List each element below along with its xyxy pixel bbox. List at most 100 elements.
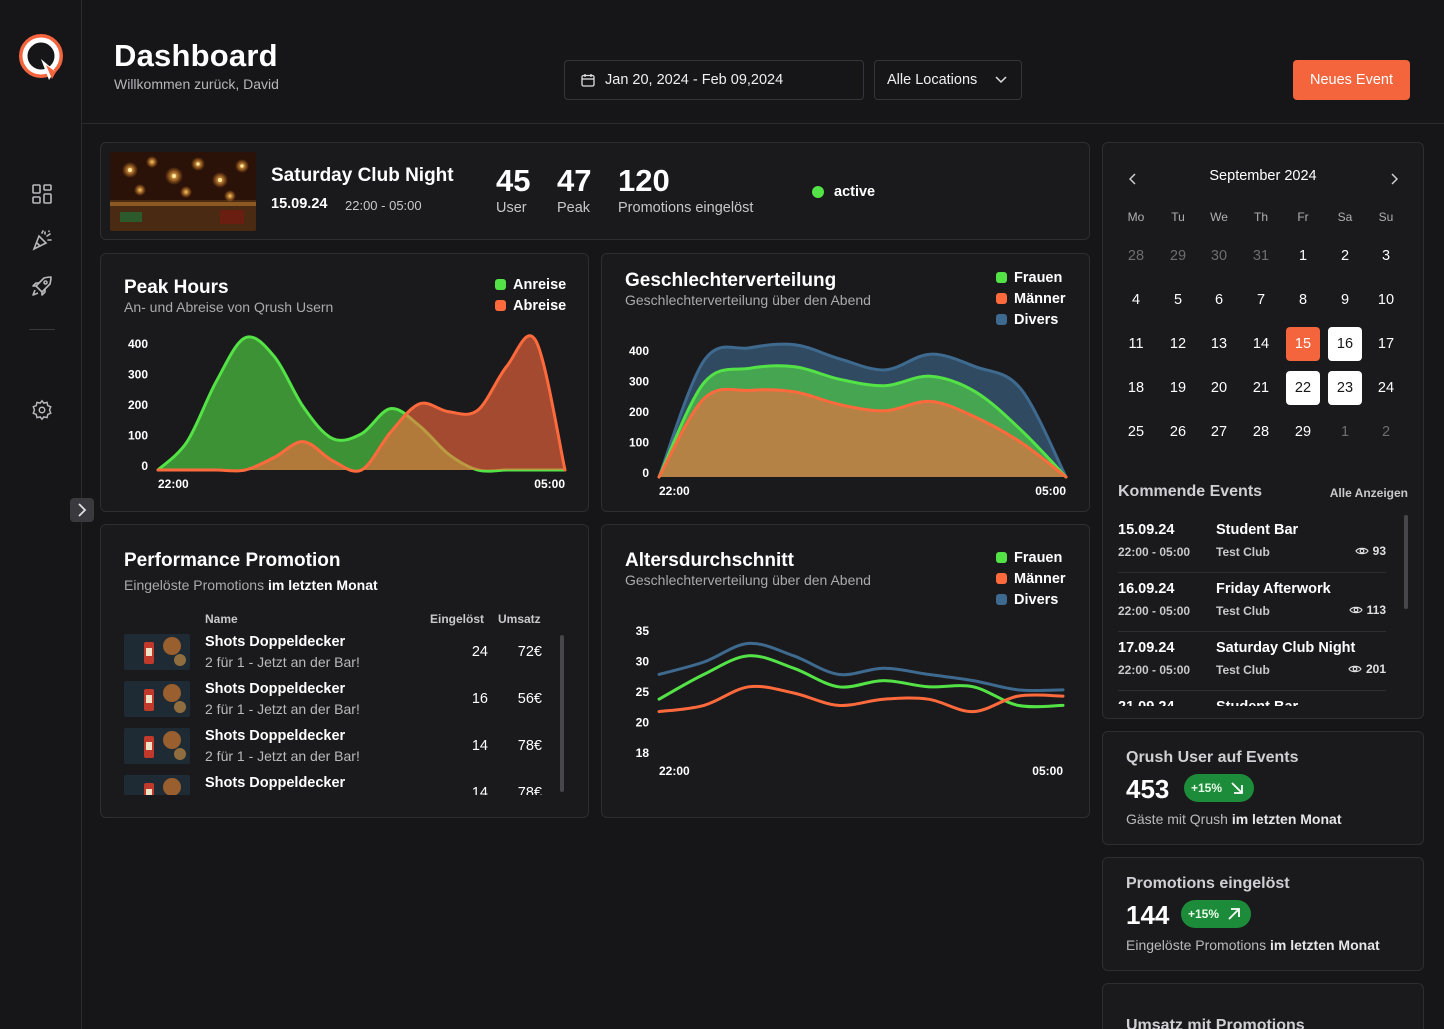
- table-row[interactable]: Shots Doppeldecker2 für 1 - Jetzt an der…: [124, 726, 544, 770]
- new-event-button[interactable]: Neues Event: [1293, 60, 1410, 100]
- promotion-revenue: 78€: [517, 738, 542, 754]
- calendar-day[interactable]: 23: [1328, 371, 1362, 405]
- promotion-name: Shots Doppeldecker: [205, 634, 346, 650]
- eye-icon: [1348, 665, 1362, 673]
- event-location: Test Club: [1216, 545, 1270, 559]
- scrollbar[interactable]: [1404, 515, 1408, 609]
- calendar-card: September 2024 Mo Tu We Th Fr Sa Su 28 29 30 31 1 2 3…: [1102, 142, 1424, 719]
- table-row[interactable]: Shots Doppeldecker2 für 1 - Jetzt an der…: [124, 679, 544, 723]
- kpi-card-promotions: Promotions eingelöst 144 +15% Eingelöste…: [1102, 857, 1424, 971]
- event-time: 22:00 - 05:00: [1118, 604, 1191, 618]
- calendar-day[interactable]: 16: [1328, 327, 1362, 361]
- rocket-icon[interactable]: [29, 273, 55, 299]
- calendar-next-button[interactable]: [1384, 169, 1404, 189]
- peak-hours-card: Peak Hours An- und Abreise von Qrush Use…: [100, 253, 589, 512]
- event-views: 201: [1348, 662, 1386, 676]
- upcoming-event-item[interactable]: 17.09.24 22:00 - 05:00 Saturday Club Night…: [1118, 632, 1386, 691]
- calendar-day[interactable]: 1: [1328, 415, 1362, 449]
- header: Dashboard Willkommen zurück, David Jan 2…: [82, 0, 1444, 124]
- calendar-day[interactable]: 4: [1119, 283, 1153, 317]
- status-text: active: [834, 184, 876, 200]
- calendar-day[interactable]: 18: [1119, 371, 1153, 405]
- calendar-day[interactable]: 7: [1244, 283, 1278, 317]
- calendar-day[interactable]: 15: [1286, 327, 1320, 361]
- sidebar-collapse-button[interactable]: [70, 498, 94, 522]
- page-title: Dashboard: [114, 38, 278, 73]
- settings-gear-icon[interactable]: [29, 397, 55, 423]
- calendar-day[interactable]: 13: [1202, 327, 1236, 361]
- card-title: Performance Promotion: [124, 550, 341, 571]
- weekday-label: Mo: [1127, 210, 1145, 224]
- party-popper-icon[interactable]: [29, 227, 55, 253]
- eye-icon: [1348, 606, 1363, 614]
- calendar-day[interactable]: 20: [1202, 371, 1236, 405]
- upcoming-event-item[interactable]: 15.09.24 22:00 - 05:00 Student Bar Test Clu…: [1118, 514, 1386, 573]
- calendar-day[interactable]: 9: [1328, 283, 1362, 317]
- weekday-label: Su: [1378, 210, 1394, 224]
- calendar-day[interactable]: 26: [1161, 415, 1195, 449]
- promotion-redeemed-count: 14: [471, 738, 488, 754]
- dashboard-icon[interactable]: [29, 181, 55, 207]
- promotion-revenue: 56€: [517, 691, 542, 707]
- event-name: Saturday Club Night: [1216, 640, 1356, 656]
- calendar-day[interactable]: 11: [1119, 327, 1153, 361]
- calendar-day[interactable]: 2: [1328, 239, 1362, 273]
- calendar-day[interactable]: 22: [1286, 371, 1320, 405]
- stat-user: 45 User: [496, 163, 531, 217]
- kpi-subtitle: Gäste mit Qrush im letzten Monat: [1126, 811, 1342, 827]
- calendar-day[interactable]: 3: [1369, 239, 1403, 273]
- calendar-day[interactable]: 8: [1286, 283, 1320, 317]
- kpi-subtitle: Eingelöste Promotions im letzten Monat: [1126, 937, 1380, 953]
- calendar-day[interactable]: 10: [1369, 283, 1403, 317]
- event-date: 15.09.24: [271, 196, 328, 212]
- calendar-day[interactable]: 17: [1369, 327, 1403, 361]
- y-tick-label: 100: [629, 436, 649, 450]
- event-location: Test Club: [1216, 663, 1270, 677]
- upcoming-event-item[interactable]: 21.09.2422:00 - 05:00Student BarTest Clu…: [1118, 691, 1386, 706]
- show-all-link[interactable]: Alle Anzeigen: [1330, 486, 1408, 500]
- calendar-day[interactable]: 29: [1161, 239, 1195, 273]
- calendar-day[interactable]: 27: [1202, 415, 1236, 449]
- calendar-day[interactable]: 14: [1244, 327, 1278, 361]
- calendar-day[interactable]: 30: [1202, 239, 1236, 273]
- column-header-redeemed[interactable]: Eingelöst: [430, 612, 484, 626]
- column-header-name[interactable]: Name: [205, 612, 238, 626]
- x-tick-label: 22:00: [158, 477, 189, 491]
- event-date: 17.09.24: [1118, 640, 1175, 656]
- calendar-day[interactable]: 25: [1119, 415, 1153, 449]
- date-range-picker[interactable]: Jan 20, 2024 - Feb 09,2024: [564, 60, 864, 100]
- stat-value: 47: [557, 163, 592, 198]
- weekday-label: Th: [1253, 210, 1268, 224]
- calendar-day[interactable]: 19: [1161, 371, 1195, 405]
- event-time: 22:00 - 05:00: [345, 198, 422, 213]
- calendar-day[interactable]: 29: [1286, 415, 1320, 449]
- kpi-value: 144: [1126, 900, 1170, 930]
- table-row[interactable]: Shots Doppeldecker2 für 1 - Jetzt an der…: [124, 773, 544, 795]
- scrollbar[interactable]: [560, 635, 564, 792]
- current-event-card[interactable]: Saturday Club Night 15.09.24 22:00 - 05:…: [100, 142, 1090, 240]
- sidebar-divider: [29, 329, 55, 330]
- calendar-day[interactable]: 12: [1161, 327, 1195, 361]
- promotion-list: Shots Doppeldecker 2 für 1 - Jetzt an der…: [101, 632, 561, 795]
- qrush-logo[interactable]: [18, 33, 66, 85]
- table-row[interactable]: Shots Doppeldecker2 für 1 - Jetzt an der…: [124, 632, 544, 676]
- stat-value: 45: [496, 163, 531, 198]
- calendar-day[interactable]: 24: [1369, 371, 1403, 405]
- upcoming-event-item[interactable]: 16.09.24 22:00 - 05:00 Friday Afterwork Tes…: [1118, 573, 1386, 632]
- calendar-day[interactable]: 6: [1202, 283, 1236, 317]
- y-tick-label: 35: [636, 624, 650, 638]
- calendar-day[interactable]: 1: [1286, 239, 1320, 273]
- y-tick-label: 300: [629, 375, 649, 389]
- location-select[interactable]: Alle Locations: [874, 60, 1022, 100]
- calendar-day[interactable]: 28: [1244, 415, 1278, 449]
- x-tick-label: 22:00: [659, 764, 690, 778]
- x-tick-label: 05:00: [1035, 484, 1066, 498]
- calendar-day[interactable]: 28: [1119, 239, 1153, 273]
- promotion-redeemed-count: 16: [471, 691, 488, 707]
- column-header-revenue[interactable]: Umsatz: [498, 612, 541, 626]
- calendar-day[interactable]: 2: [1369, 415, 1403, 449]
- calendar-day[interactable]: 5: [1161, 283, 1195, 317]
- calendar-day[interactable]: 31: [1244, 239, 1278, 273]
- calendar-day[interactable]: 21: [1244, 371, 1278, 405]
- stat-value: 120: [618, 163, 670, 198]
